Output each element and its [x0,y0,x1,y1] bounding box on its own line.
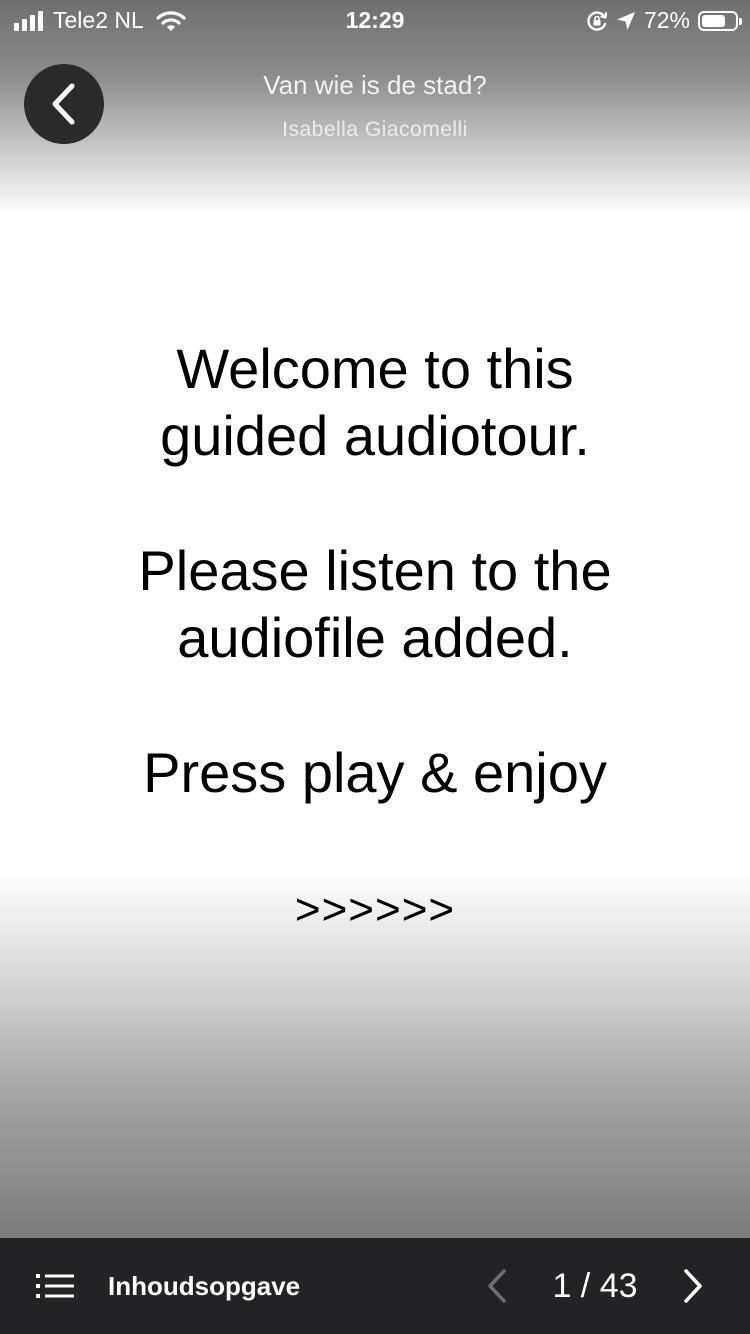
status-right: 72% [586,7,742,34]
slide-text-line: audiofile added. [177,606,573,669]
screen: Tele2 NL 12:29 72% Van wie is de stad? I… [0,0,750,1334]
status-bar: Tele2 NL 12:29 72% [0,0,750,40]
slide-arrows: >>>>>> [294,885,456,934]
orientation-lock-icon [587,10,608,31]
slide-text-line: guided audiotour. [160,404,590,467]
page-title: Van wie is de stad? [263,70,487,100]
slide-text-line: Press play & enjoy [143,741,607,804]
next-page-button[interactable] [678,1266,708,1306]
list-icon [36,1274,74,1298]
page-counter: 1 / 43 [552,1267,638,1305]
table-of-contents-button[interactable]: Inhoudsopgave [36,1266,300,1306]
location-arrow-icon [616,11,635,30]
slide-text-line: Please listen to the [138,539,612,602]
battery-level-fill [702,14,726,27]
previous-page-button[interactable] [482,1266,512,1306]
slide-text-line: Welcome to this [176,337,574,400]
slide-content: Welcome to this guided audiotour. Please… [60,335,690,943]
table-of-contents-label: Inhoudsopgave [108,1270,301,1301]
page-subtitle: Isabella Giacomelli [282,118,468,141]
chevron-left-icon [488,1269,506,1303]
battery-icon [698,10,742,31]
chevron-right-icon [684,1269,702,1303]
battery-percent: 72% [643,7,690,33]
bottom-toolbar: Inhoudsopgave 1 / 43 [0,1238,750,1334]
